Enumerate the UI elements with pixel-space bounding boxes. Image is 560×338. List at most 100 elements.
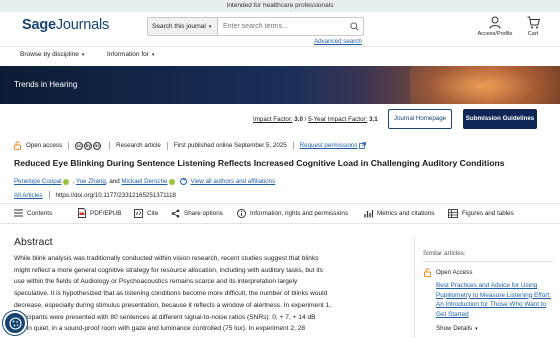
information-for-menu[interactable]: Information for ▾ bbox=[107, 51, 154, 58]
search-bar: Search this journal ▾ bbox=[147, 17, 364, 36]
sage-journals-logo[interactable]: SageJournals bbox=[22, 17, 109, 33]
similar-articles-heading: Similar articles: bbox=[423, 250, 466, 257]
show-details-label: Show Details bbox=[436, 325, 473, 332]
share-options-button[interactable]: Share options bbox=[171, 208, 223, 218]
abstract-line: participants were presented with 80 sent… bbox=[14, 313, 316, 321]
author-link[interactable]: Yue Zhang bbox=[76, 178, 106, 185]
cart-button[interactable]: Cart bbox=[524, 16, 542, 37]
five-year-impact-value: 3.1 bbox=[369, 116, 378, 123]
cc-icon: cc bbox=[75, 141, 84, 150]
chevron-down-icon: ▾ bbox=[81, 52, 85, 58]
figures-tables-button[interactable]: Figures and tables bbox=[448, 208, 514, 218]
doi-link[interactable]: https://doi.org/10.1177/2331216525137111… bbox=[56, 192, 176, 199]
by-icon: by bbox=[84, 141, 93, 150]
logo-journals: Journals bbox=[55, 17, 110, 33]
plus-circle-icon[interactable]: + bbox=[180, 178, 188, 185]
similar-articles-rule bbox=[423, 261, 553, 262]
browse-by-discipline-menu[interactable]: Browse by discipline ▾ bbox=[20, 51, 84, 58]
abstract-heading: Abstract bbox=[14, 236, 53, 248]
similar-article-link[interactable]: Best Practices and Advice for Using Pupi… bbox=[436, 281, 558, 319]
cart-icon bbox=[527, 16, 540, 29]
submission-guidelines-button[interactable]: Submission Guidelines bbox=[463, 109, 537, 129]
search-scope-select[interactable]: Search this journal ▾ bbox=[148, 18, 218, 35]
banner-image bbox=[410, 66, 560, 104]
article-meta-row: Open access cc by nc Research article Fi… bbox=[14, 141, 367, 150]
author-separator: , and bbox=[105, 178, 120, 185]
cookie-settings-button[interactable] bbox=[3, 311, 27, 335]
account-button[interactable]: Access/Profile bbox=[476, 16, 514, 37]
pdf-epub-button[interactable]: PDF/EPUB bbox=[78, 208, 122, 218]
separator bbox=[292, 141, 294, 150]
contents-button[interactable]: Contents bbox=[14, 208, 52, 218]
author-list: Penelope Coupal , Yue Zhang , and Mickae… bbox=[14, 178, 275, 185]
creative-commons-license[interactable]: cc by nc bbox=[75, 141, 102, 150]
pdf-epub-label: PDF/EPUB bbox=[90, 209, 122, 217]
author-link[interactable]: Mickael Deroche bbox=[121, 178, 167, 185]
table-icon bbox=[448, 208, 458, 218]
doi-row: All Articles https://doi.org/10.1177/233… bbox=[14, 191, 176, 199]
cart-label: Cart bbox=[527, 31, 539, 37]
bar-chart-icon bbox=[364, 209, 373, 217]
external-link-icon bbox=[359, 142, 367, 149]
information-rights-label: Information, rights and permissions bbox=[250, 209, 348, 217]
information-for-label: Information for bbox=[107, 51, 149, 58]
cite-button[interactable]: Cite bbox=[134, 208, 158, 218]
separator bbox=[68, 141, 70, 150]
open-access-label: Open access bbox=[26, 142, 63, 149]
metrics-citations-label: Metrics and citations bbox=[377, 209, 435, 217]
show-details-toggle[interactable]: Show Details ▾ bbox=[436, 325, 478, 332]
share-icon bbox=[171, 209, 180, 217]
abstract-line: might reflect a more general cognitive s… bbox=[14, 266, 323, 274]
separator bbox=[109, 141, 111, 150]
five-year-impact-label[interactable]: 5-Year Impact Factor: bbox=[308, 116, 367, 123]
open-access-text: Open Access bbox=[436, 269, 473, 276]
abstract-text: While blink analysis was traditionally c… bbox=[14, 253, 384, 335]
chevron-down-icon: ▾ bbox=[208, 24, 212, 30]
article-type: Research article bbox=[116, 142, 161, 149]
published-date: First published online September 5, 2025 bbox=[173, 142, 287, 149]
impact-factor-value: 3.0 bbox=[294, 116, 303, 123]
account-label: Access/Profile bbox=[477, 31, 513, 37]
all-articles-link[interactable]: All Articles bbox=[14, 192, 43, 199]
healthcare-professionals-bar: Intended for healthcare professionals bbox=[0, 0, 560, 12]
similar-open-access-label: Open Access bbox=[424, 268, 472, 277]
metrics-citations-button[interactable]: Metrics and citations bbox=[364, 208, 434, 218]
view-all-authors-link[interactable]: View all authors and affiliations bbox=[190, 178, 275, 185]
toolbar-divider-top bbox=[0, 203, 560, 204]
request-permissions-link[interactable]: Request permissions bbox=[300, 142, 358, 149]
orcid-icon[interactable] bbox=[169, 178, 176, 185]
information-rights-button[interactable]: Information, rights and permissions bbox=[237, 208, 348, 218]
toolbar-divider-bottom bbox=[0, 223, 560, 224]
journal-title[interactable]: Trends in Hearing bbox=[14, 80, 77, 89]
article-toolbar: Contents PDF/EPUB Cite Share options Inf… bbox=[0, 206, 560, 221]
abstract-line: decrease, especially during stimulus pre… bbox=[14, 301, 332, 309]
orcid-icon[interactable] bbox=[63, 178, 70, 185]
browse-label: Browse by discipline bbox=[20, 51, 79, 58]
cite-label: Cite bbox=[147, 209, 159, 217]
search-input[interactable] bbox=[218, 18, 345, 35]
header-divider bbox=[0, 46, 560, 47]
author-link[interactable]: Penelope Coupal bbox=[14, 178, 61, 185]
sidebar-divider bbox=[414, 237, 415, 338]
journal-homepage-button[interactable]: Journal Homepage bbox=[388, 109, 452, 129]
impact-factor-label[interactable]: Impact Factor: bbox=[253, 116, 293, 123]
chevron-down-icon: ▾ bbox=[475, 326, 478, 332]
info-icon bbox=[237, 208, 246, 218]
menu-icon bbox=[14, 209, 23, 217]
quote-icon bbox=[134, 208, 143, 218]
contents-label: Contents bbox=[27, 209, 53, 217]
abstract-line: speculative. It is hypothesized that as … bbox=[14, 290, 328, 298]
pdf-icon bbox=[78, 208, 86, 218]
abstract-line: and in quiet, in a sound-proof room with… bbox=[14, 325, 306, 333]
open-access-icon bbox=[424, 268, 431, 277]
abstract-line: use within the fields of Audiology or Ps… bbox=[14, 278, 298, 286]
abstract-line: While blink analysis was traditionally c… bbox=[14, 255, 319, 262]
user-icon bbox=[489, 16, 501, 29]
open-access-icon bbox=[14, 141, 21, 150]
advanced-search-link[interactable]: Advanced search bbox=[314, 38, 362, 45]
share-options-label: Share options bbox=[184, 209, 223, 217]
logo-sage: Sage bbox=[22, 17, 56, 33]
search-icon[interactable] bbox=[345, 18, 363, 35]
article-title: Reduced Eye Blinking During Sentence Lis… bbox=[14, 158, 505, 168]
search-scope-label: Search this journal bbox=[152, 23, 206, 30]
